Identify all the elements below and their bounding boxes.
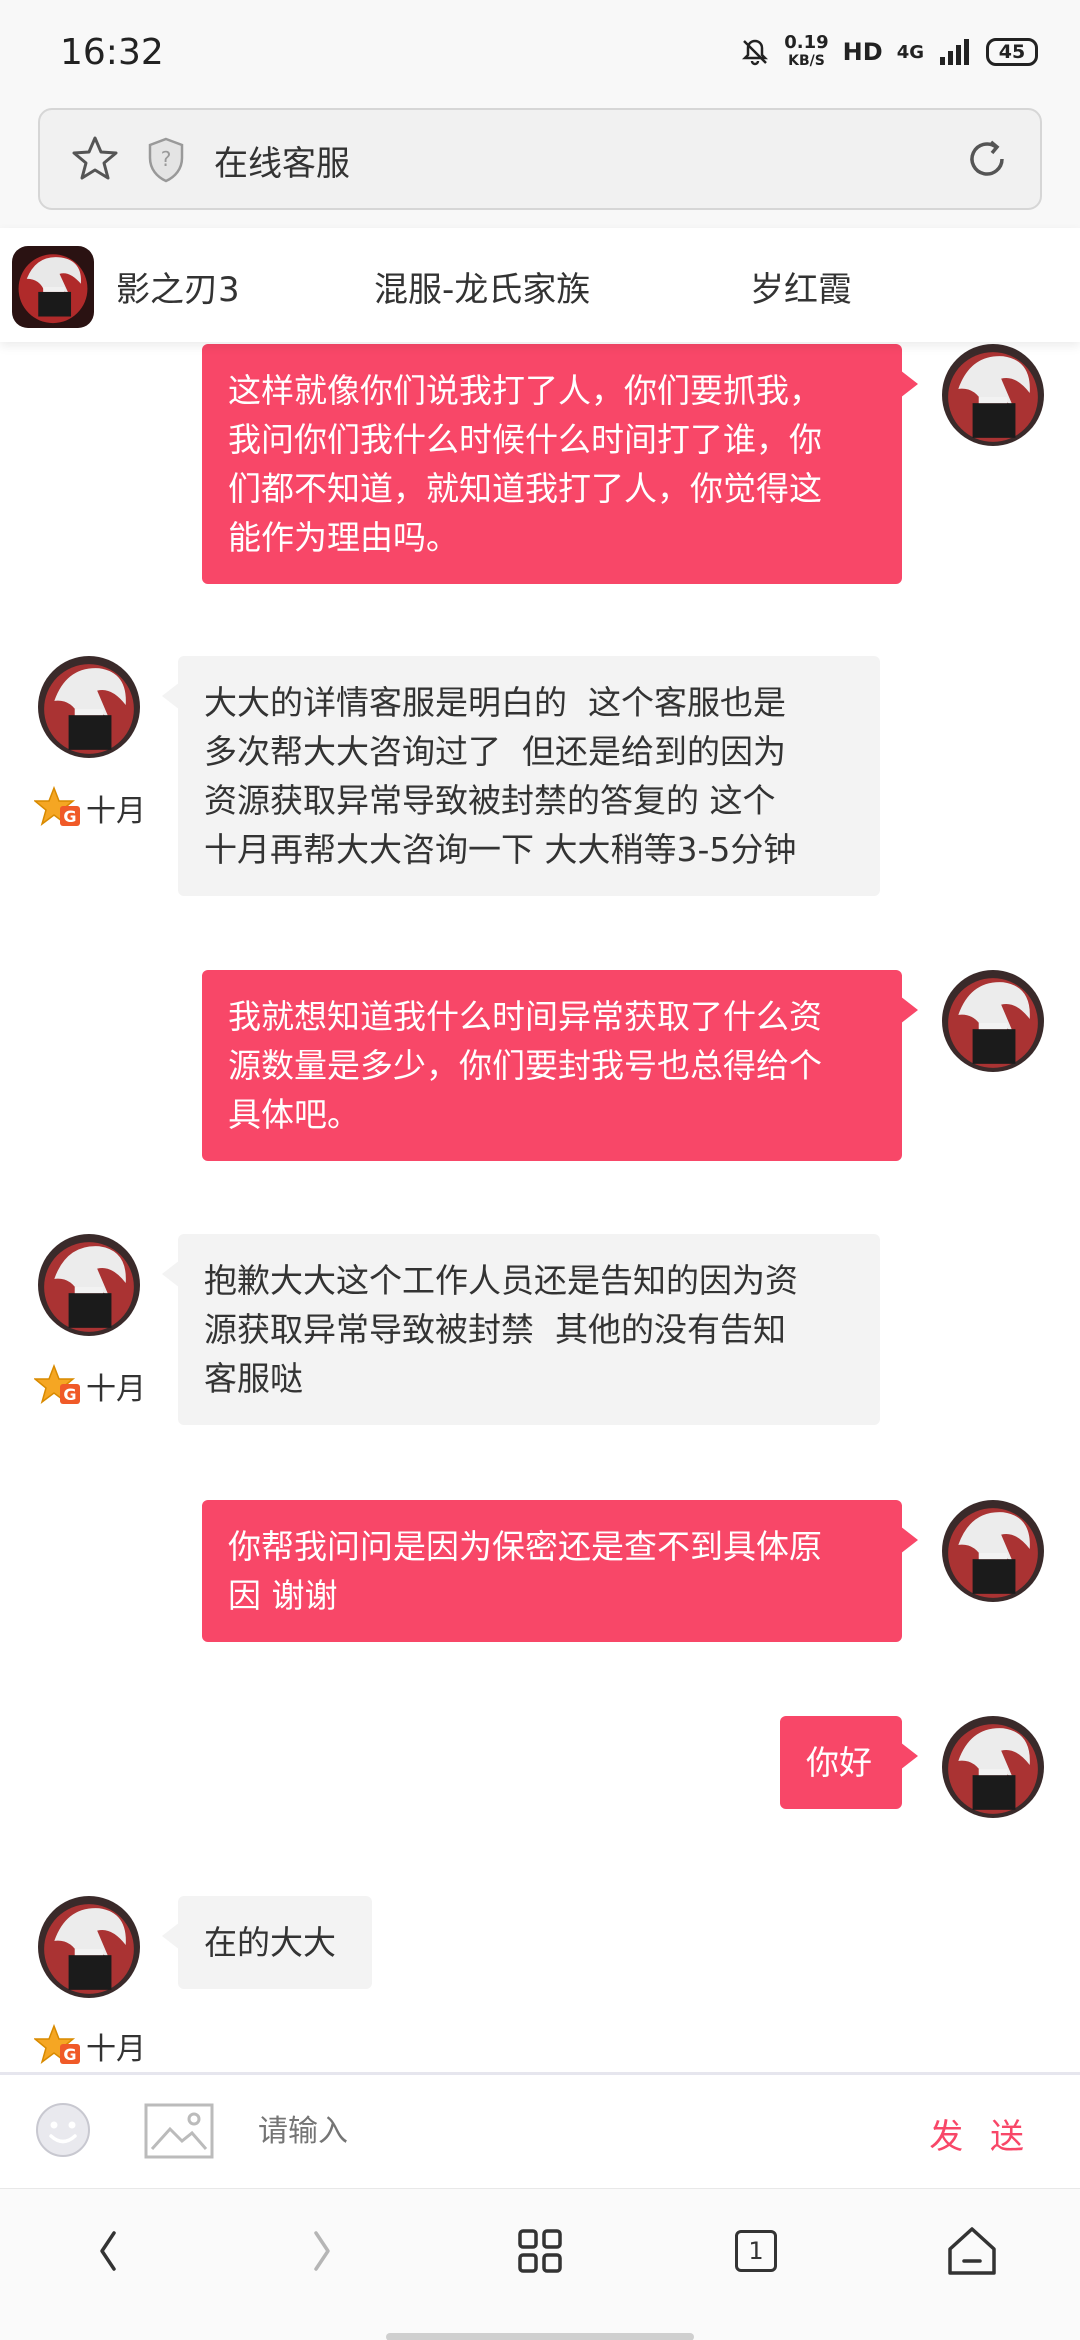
home-icon[interactable] [942, 2221, 1002, 2281]
game-name: 影之刃3 [116, 270, 240, 310]
agent-message: 在的大大 [162, 1896, 372, 1989]
svg-text:?: ? [161, 147, 172, 171]
server-name: 混服-龙氏家族 [374, 270, 591, 310]
agent-avatar[interactable] [38, 1234, 140, 1336]
user-avatar[interactable] [942, 1716, 1044, 1818]
agent-sender-name: 十月 [86, 2032, 146, 2067]
page-title[interactable]: 在线客服 [214, 136, 350, 185]
agent-name: 岁红霞 [750, 270, 852, 310]
status-icons: 0.19 KB/S HD 4G 45 [740, 34, 1038, 70]
user-message: 你帮我问问是因为保密还是查不到具体原 因 谢谢 [202, 1500, 918, 1642]
battery-icon: 45 [986, 38, 1038, 66]
bookmark-star-icon[interactable] [70, 134, 120, 184]
image-upload-icon[interactable] [144, 2103, 214, 2159]
reload-icon[interactable] [962, 134, 1012, 184]
hd-indicator: HD [842, 38, 883, 66]
agent-avatar[interactable] [38, 1896, 140, 1998]
emoji-icon[interactable] [34, 2101, 92, 2159]
browser-toolbar: ? 在线客服 [0, 100, 1080, 228]
chat-header: 影之刃3 混服-龙氏家族 岁红霞 [0, 228, 1080, 342]
user-avatar[interactable] [942, 344, 1044, 446]
tabs-button[interactable]: 1 [726, 2221, 786, 2281]
agent-sender-name: 十月 [86, 1372, 146, 1407]
back-icon[interactable] [78, 2221, 138, 2281]
forward-icon[interactable] [292, 2221, 352, 2281]
agent-label: G 十月 [34, 1364, 146, 1408]
menu-grid-icon[interactable] [510, 2221, 570, 2281]
star-badge-icon: G [34, 1364, 80, 1404]
agent-label: G 十月 [34, 2024, 146, 2068]
user-avatar[interactable] [942, 1500, 1044, 1602]
gesture-home-bar[interactable] [386, 2333, 694, 2340]
agent-avatar[interactable] [38, 656, 140, 758]
message-input[interactable] [258, 2101, 878, 2161]
network-type: 4G [896, 41, 924, 63]
agent-message: 大大的详情客服是明白的 这个客服也是 多次帮大大咨询过了 但还是给到的因为 资源… [162, 656, 880, 896]
address-bar[interactable]: ? 在线客服 [38, 108, 1042, 210]
browser-bottom-nav: 1 [0, 2188, 1080, 2340]
security-shield-icon[interactable]: ? [146, 136, 186, 184]
svg-text:G: G [63, 1385, 76, 1404]
user-avatar[interactable] [942, 970, 1044, 1072]
agent-sender-name: 十月 [86, 794, 146, 829]
agent-label: G 十月 [34, 786, 146, 830]
mute-bell-icon [742, 39, 769, 66]
tabs-count-icon: 1 [735, 2230, 777, 2272]
star-badge-icon: G [34, 786, 80, 826]
send-button[interactable]: 发 送 [929, 2109, 1032, 2158]
signal-icon [940, 39, 969, 65]
clock: 16:32 [60, 32, 164, 73]
message-input-bar: 发 送 [0, 2072, 1080, 2188]
user-message: 我就想知道我什么时间异常获取了什么资 源数量是多少，你们要封我号也总得给个 具体… [202, 970, 918, 1161]
status-bar: 16:32 0.19 KB/S HD 4G 45 [0, 0, 1080, 100]
user-message: 这样就像你们说我打了人，你们要抓我， 我问你们我什么时候什么时间打了谁，你 们都… [202, 344, 918, 584]
svg-text:G: G [63, 2045, 76, 2064]
game-icon [12, 246, 94, 328]
svg-text:G: G [63, 807, 76, 826]
star-badge-icon: G [34, 2024, 80, 2064]
agent-message: 抱歉大大这个工作人员还是告知的因为资 源获取异常导致被封禁 其他的没有告知 客服… [162, 1234, 880, 1425]
user-message: 你好 [780, 1716, 918, 1809]
network-speed: 0.19 KB/S [784, 32, 829, 70]
